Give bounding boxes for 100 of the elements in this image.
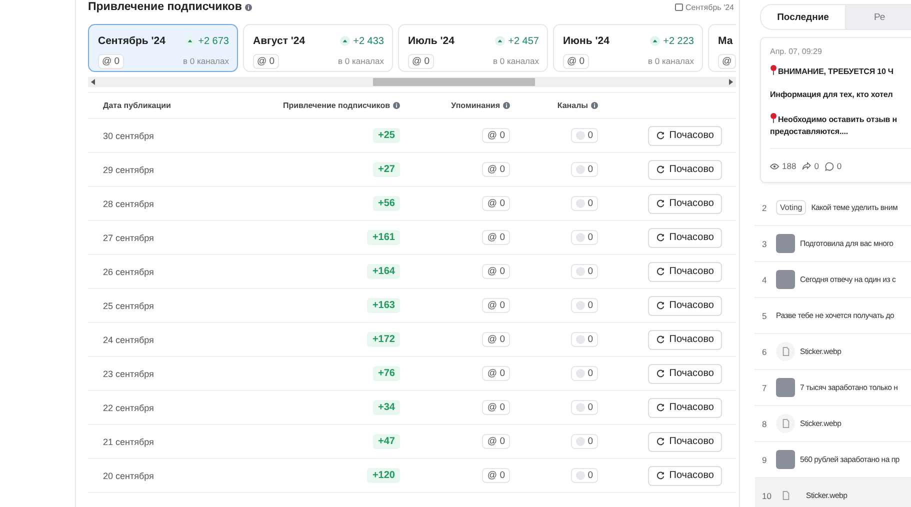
hourly-button[interactable]: Почасово (648, 466, 722, 486)
section-title: Привлечение подписчиков (88, 1, 242, 13)
channel-dot-icon (576, 267, 585, 276)
mentions-badge: @ 0 (482, 434, 510, 449)
hourly-button[interactable]: Почасово (648, 296, 722, 316)
refresh-icon (656, 301, 666, 310)
info-icon (591, 102, 598, 109)
growth-badge: +56 (373, 196, 400, 211)
channel-dot-icon (576, 199, 585, 208)
month-card[interactable]: Сентябрь '24 +2 673 @ 0 в 0 каналах (88, 24, 238, 72)
mentions-badge: @ 0 (253, 54, 279, 68)
channels-count: в 0 каналах (648, 56, 694, 66)
refresh-icon (656, 437, 666, 446)
hourly-button[interactable]: Почасово (648, 364, 722, 384)
item-number: 10 (762, 490, 771, 500)
channel-dot-icon (576, 301, 585, 310)
scroll-left-icon[interactable] (90, 79, 96, 85)
hourly-button[interactable]: Почасово (648, 126, 722, 146)
mentions-badge: @ 0 (482, 468, 510, 483)
channel-dot-icon (576, 437, 585, 446)
mentions-badge: @ 0 (482, 128, 510, 143)
mentions-badge: @ 0 (482, 264, 510, 279)
growth-badge: +161 (367, 230, 400, 245)
month-name: Август '24 (253, 35, 306, 47)
hourly-button[interactable]: Почасово (648, 228, 722, 248)
growth-badge: +34 (373, 400, 400, 415)
month-name: Июль '24 (408, 35, 454, 47)
date-cell-text: 27 сентября (103, 232, 155, 242)
channels-badge: 0 (570, 468, 598, 483)
mentions-badge: @ 0 (408, 54, 434, 68)
info-icon (503, 102, 510, 109)
feed-tab[interactable]: Ре (845, 5, 911, 29)
pin-icon (770, 65, 777, 75)
channels-badge: 0 (570, 264, 598, 279)
month-card[interactable]: Июль '24 +2 457 @ 0 в 0 каналах (398, 24, 548, 72)
date-cell-text: 23 сентября (103, 368, 155, 378)
date-cell-text: 28 сентября (103, 198, 155, 208)
channel-dot-icon (576, 165, 585, 174)
hourly-button[interactable]: Почасово (648, 432, 722, 452)
item-number: 3 (762, 238, 768, 248)
post-text: Необходимо оставить отзыв н (770, 113, 911, 124)
post-text: ВНИМАНИЕ, ТРЕБУЕТСЯ 10 Ч (770, 65, 911, 76)
hourly-button[interactable]: Почасово (648, 194, 722, 214)
photo-placeholder (776, 270, 795, 289)
channels-badge: 0 (570, 434, 598, 449)
month-card[interactable]: Ма @ (708, 24, 736, 72)
growth-badge: +47 (373, 434, 400, 449)
post-card[interactable]: Апр. 07, 09:29 ВНИМАНИЕ, ТРЕБУЕТСЯ 10 Ч Информация для тех, кто хотел Необходимо оставить отзыв н предоставляются.... 188 0 0 (760, 37, 911, 183)
mentions-badge: @ 0 (482, 400, 510, 415)
eye-icon (770, 162, 779, 170)
growth-value: +2 673 (198, 36, 229, 46)
refresh-icon (656, 403, 666, 412)
column-header: Дата публикации (103, 101, 171, 110)
channel-dot-icon (576, 233, 585, 242)
month-card[interactable]: Июнь '24 +2 223 @ 0 в 0 каналах (553, 24, 703, 72)
post-text: Информация для тех, кто хотел (770, 90, 894, 99)
growth-value: +2 457 (508, 36, 539, 46)
date-cell-text: 24 сентября (103, 334, 155, 344)
growth-badge: +25 (373, 128, 400, 143)
views-count: 188 (782, 161, 796, 171)
item-number: 5 (762, 310, 768, 320)
reposts-count: 0 (814, 161, 819, 171)
date-cell-text: 29 сентября (103, 164, 155, 174)
hourly-button[interactable]: Почасово (648, 398, 722, 418)
growth-badge: +120 (367, 468, 400, 483)
date-cell-text: 20 сентября (103, 470, 155, 480)
hourly-button[interactable]: Почасово (648, 160, 722, 180)
channels-badge: 0 (570, 366, 598, 381)
item-number: 2 (762, 202, 768, 212)
share-icon (802, 162, 812, 170)
date-cell-text: 30 сентября (103, 130, 155, 140)
hourly-button[interactable]: Почасово (648, 262, 722, 282)
comment-icon (824, 162, 834, 170)
month-card[interactable]: Август '24 +2 433 @ 0 в 0 каналах (243, 24, 393, 72)
mentions-badge: @ 0 (482, 230, 510, 245)
refresh-icon (656, 165, 666, 174)
scroll-right-icon[interactable] (728, 79, 734, 85)
channel-dot-icon (576, 403, 585, 412)
refresh-icon (656, 369, 666, 378)
date-cell-text: 22 сентября (103, 402, 155, 412)
item-number: 9 (762, 454, 768, 464)
month-name: Июнь '24 (563, 35, 610, 47)
channels-badge: 0 (570, 162, 598, 177)
refresh-icon (656, 199, 666, 208)
mentions-badge: @ 0 (482, 366, 510, 381)
growth-badge: +27 (373, 162, 400, 177)
column-header: Привлечение подписчиков (282, 101, 390, 110)
mentions-badge: @ 0 (482, 298, 510, 313)
channels-badge: 0 (570, 298, 598, 313)
channels-badge: 0 (570, 332, 598, 347)
item-number: 8 (762, 418, 768, 428)
hourly-button[interactable]: Почасово (648, 330, 722, 350)
channel-dot-icon (576, 335, 585, 344)
horizontal-scrollbar[interactable] (88, 77, 736, 87)
photo-placeholder (776, 378, 795, 397)
info-icon (244, 4, 252, 10)
period-picker[interactable]: Сентябрь '24 (674, 2, 734, 12)
item-number: 4 (762, 274, 768, 284)
growth-badge: +76 (373, 366, 400, 381)
channel-dot-icon (576, 471, 585, 480)
